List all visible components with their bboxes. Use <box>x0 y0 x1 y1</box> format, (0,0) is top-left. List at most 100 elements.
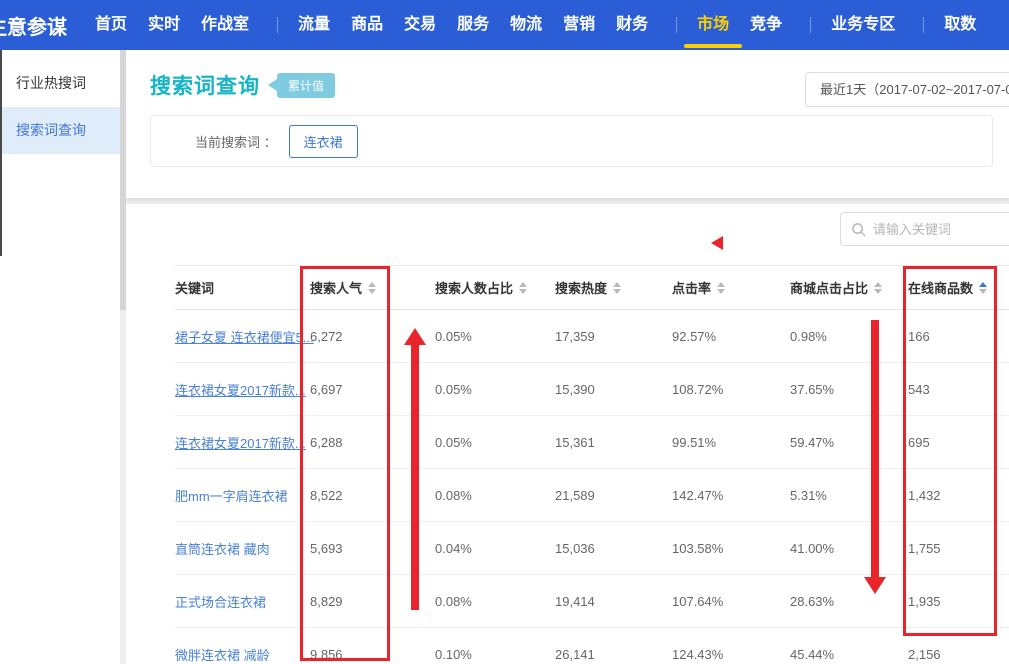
nav-item-营销[interactable]: 营销 <box>563 0 595 50</box>
table-cell: 0.04% <box>435 541 555 556</box>
table-cell: 92.57% <box>672 329 790 344</box>
table-cell: 37.65% <box>790 382 908 397</box>
column-header-商城点击占比[interactable]: 商城点击占比 <box>790 278 908 297</box>
table-body: 裙子女夏 连衣裙便宜5... 6,2720.05%17,35992.57%0.9… <box>175 310 1009 664</box>
main-content: 搜索词查询 累计值 最近1天（2017-07-02~2017-07-02 当前搜… <box>126 50 1009 664</box>
table-cell: 15,036 <box>555 541 672 556</box>
nav-divider <box>277 17 278 33</box>
nav-divider <box>676 17 677 33</box>
sort-asc-icon <box>368 282 376 287</box>
sort-asc-icon <box>979 282 987 287</box>
table-cell: 124.43% <box>672 647 790 662</box>
nav-item-服务[interactable]: 服务 <box>457 0 489 50</box>
nav-item-实时[interactable]: 实时 <box>148 0 180 50</box>
table-cell: 15,361 <box>555 435 672 450</box>
nav-item-财务[interactable]: 财务 <box>616 0 648 50</box>
nav-item-流量[interactable]: 流量 <box>298 0 330 50</box>
nav-item-业务专区[interactable]: 业务专区 <box>831 0 895 50</box>
table-cell: 0.08% <box>435 488 555 503</box>
top-nav: 生意参谋 首页实时作战室 流量商品交易服务物流营销财务市场竞争业务专区取数 <box>0 0 1009 50</box>
table-cell: 0.98% <box>790 329 908 344</box>
keyword-link[interactable]: 裙子女夏 连衣裙便宜5... <box>175 330 314 345</box>
current-keyword-label: 当前搜索词 ： <box>195 132 277 151</box>
table-cell: 28.63% <box>790 594 908 609</box>
page-title: 搜索词查询 <box>150 70 260 100</box>
nav-divider <box>923 17 924 33</box>
sort-icon <box>979 282 987 294</box>
nav-item-商品[interactable]: 商品 <box>351 0 383 50</box>
sidebar-item-行业热搜词[interactable]: 行业热搜词 <box>0 60 120 107</box>
keywords-table: 关键词 搜索人气 搜索人数占比 <box>175 265 1009 664</box>
table-cell: 1,935 <box>908 594 1009 609</box>
column-label: 搜索人数占比 <box>435 278 513 297</box>
column-header-搜索热度[interactable]: 搜索热度 <box>555 278 672 297</box>
column-header-关键词: 关键词 <box>175 278 310 297</box>
table-cell: 15,390 <box>555 382 672 397</box>
table-cell: 5.31% <box>790 488 908 503</box>
keyword-search-box[interactable] <box>840 212 1009 246</box>
cumulative-badge: 累计值 <box>277 73 335 98</box>
table-row: 微胖连衣裙 减龄 9,8560.10%26,141124.43%45.44%2,… <box>175 628 1009 664</box>
column-label: 点击率 <box>672 278 711 297</box>
brand-logo[interactable]: 生意参谋 <box>0 11 67 40</box>
table-cell: 6,697 <box>310 382 435 397</box>
table-row: 正式场合连衣裙 8,8290.08%19,414107.64%28.63%1,9… <box>175 575 1009 628</box>
sort-desc-icon <box>613 289 621 294</box>
keyword-link[interactable]: 微胖连衣裙 减龄 <box>175 648 270 663</box>
keyword-link[interactable]: 连衣裙女夏2017新款... <box>175 436 306 451</box>
table-card: 关键词 搜索人气 搜索人数占比 <box>126 204 1009 664</box>
nav-item-作战室[interactable]: 作战室 <box>201 0 249 50</box>
table-cell: 99.51% <box>672 435 790 450</box>
left-edge-bar <box>0 50 2 256</box>
table-cell: 21,589 <box>555 488 672 503</box>
nav-item-交易[interactable]: 交易 <box>404 0 436 50</box>
nav-item-市场[interactable]: 市场 <box>697 0 729 50</box>
sort-asc-icon <box>519 282 527 287</box>
current-keyword-button[interactable]: 连衣裙 <box>289 125 358 158</box>
sort-asc-icon <box>874 282 882 287</box>
nav-divider <box>810 17 811 33</box>
keyword-link[interactable]: 正式场合连衣裙 <box>175 595 266 610</box>
column-label: 关键词 <box>175 278 214 297</box>
table-cell: 19,414 <box>555 594 672 609</box>
table-cell: 108.72% <box>672 382 790 397</box>
table-cell: 1,755 <box>908 541 1009 556</box>
search-icon <box>851 222 866 237</box>
sort-icon <box>613 282 621 294</box>
table-cell: 6,272 <box>310 329 435 344</box>
table-header-row: 关键词 搜索人气 搜索人数占比 <box>175 265 1009 310</box>
table-row: 直筒连衣裙 藏肉 5,6930.04%15,036103.58%41.00%1,… <box>175 522 1009 575</box>
keyword-link[interactable]: 直筒连衣裙 藏肉 <box>175 542 270 557</box>
keyword-link[interactable]: 肥mm一字肩连衣裙 <box>175 489 288 504</box>
table-cell: 9,856 <box>310 647 435 662</box>
table-cell: 26,141 <box>555 647 672 662</box>
sort-asc-icon <box>717 282 725 287</box>
table-row: 连衣裙女夏2017新款... 6,6970.05%15,390108.72%37… <box>175 363 1009 416</box>
nav-item-竞争[interactable]: 竞争 <box>750 0 782 50</box>
column-label: 商城点击占比 <box>790 278 868 297</box>
sidebar-item-搜索词查询[interactable]: 搜索词查询 <box>0 107 120 154</box>
column-header-搜索人气[interactable]: 搜索人气 <box>310 278 435 297</box>
column-header-搜索人数占比[interactable]: 搜索人数占比 <box>435 278 555 297</box>
table-cell: 0.05% <box>435 382 555 397</box>
table-cell: 142.47% <box>672 488 790 503</box>
sidebar: 行业热搜词搜索词查询 <box>0 50 120 664</box>
table-cell: 0.05% <box>435 435 555 450</box>
keyword-search-input[interactable] <box>873 222 1009 237</box>
nav-item-取数[interactable]: 取数 <box>944 0 976 50</box>
table-cell: 8,829 <box>310 594 435 609</box>
keyword-link[interactable]: 连衣裙女夏2017新款... <box>175 383 306 398</box>
nav-item-物流[interactable]: 物流 <box>510 0 542 50</box>
sort-desc-icon <box>717 289 725 294</box>
date-range-picker[interactable]: 最近1天（2017-07-02~2017-07-02 <box>805 72 1009 107</box>
table-cell: 103.58% <box>672 541 790 556</box>
table-cell: 59.47% <box>790 435 908 450</box>
nav-item-首页[interactable]: 首页 <box>95 0 127 50</box>
table-cell: 2,156 <box>908 647 1009 662</box>
column-header-在线商品数[interactable]: 在线商品数 <box>908 278 1009 297</box>
column-header-点击率[interactable]: 点击率 <box>672 278 790 297</box>
header-card: 搜索词查询 累计值 最近1天（2017-07-02~2017-07-02 当前搜… <box>126 50 1009 198</box>
column-label: 搜索人气 <box>310 278 362 297</box>
sort-icon <box>368 282 376 294</box>
table-row: 裙子女夏 连衣裙便宜5... 6,2720.05%17,35992.57%0.9… <box>175 310 1009 363</box>
